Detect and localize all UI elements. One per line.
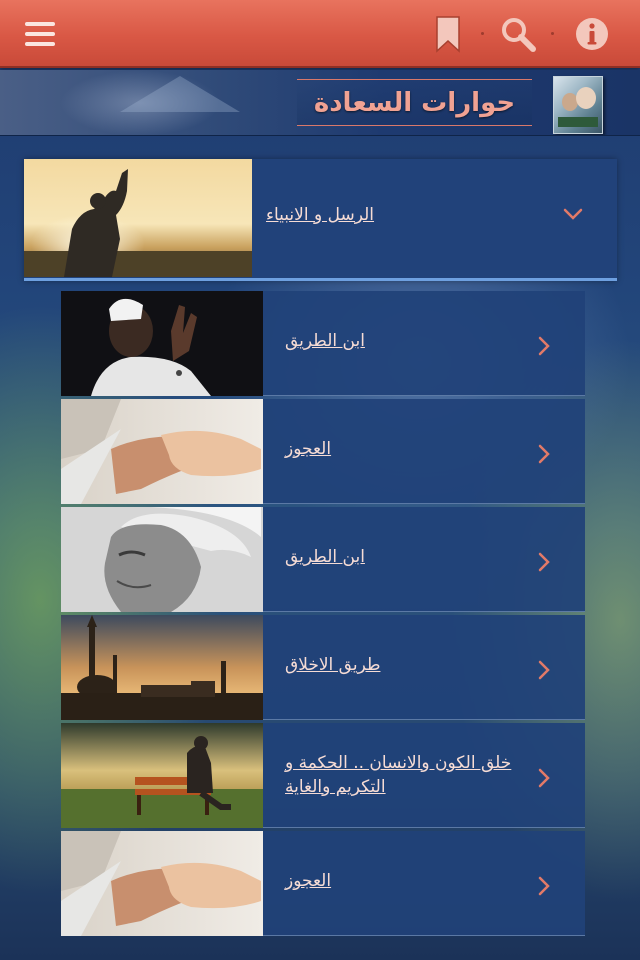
list-item[interactable]: العجوز [61,399,585,504]
section-label: الرسل و الانبياء [266,205,375,225]
chevron-right-icon [537,659,551,681]
banner-roof-shape [120,76,240,112]
chevron-right-icon [537,767,551,789]
list-item-label: ابن الطريق [285,547,365,567]
chevron-right-icon [537,551,551,573]
section-header-prophets[interactable]: الرسل و الانبياء [24,159,617,281]
chevron-right-icon [537,335,551,357]
list-item[interactable]: ابن الطريق [61,507,585,612]
bookmark-button[interactable] [424,10,472,58]
menu-icon [25,22,55,46]
thumbnail-mosque-skyline-photo [61,615,263,720]
toolbar-separator [481,32,484,35]
list-item-label: العجوز [285,871,332,891]
page-title-box: حوارات السعادة [297,79,532,126]
chevron-right-icon [537,443,551,465]
search-button[interactable] [494,10,542,58]
thumbnail-man-praying-photo [61,291,263,396]
thumbnail-holding-hands-photo [61,399,263,504]
thumbnail-holding-hands-photo [61,831,263,936]
list-item[interactable]: طريق الاخلاق [61,615,585,720]
list-item[interactable]: العجوز [61,831,585,936]
list-item[interactable]: ابن الطريق [61,291,585,396]
section-thumbnail-sunset-photo [24,159,252,277]
toolbar-separator [551,32,554,35]
search-icon [502,18,536,52]
list-item-label: خلق الكون والانسان .. الحكمة و التكريم و… [285,753,512,797]
top-toolbar [0,0,640,68]
book-cover-image [553,76,603,134]
info-button[interactable] [568,10,616,58]
header-banner: حوارات السعادة [0,70,640,136]
list-item[interactable]: خلق الكون والانسان .. الحكمة و التكريم و… [61,723,585,828]
list-item-label: العجوز [285,439,332,459]
chevron-down-icon [562,207,584,221]
menu-button[interactable] [16,10,64,58]
info-icon [576,18,608,50]
thumbnail-old-man-portrait-photo [61,507,263,612]
page-title: حوارات السعادة [313,87,516,118]
list-item-label: ابن الطريق [285,331,365,351]
thumbnail-bench-sunset-photo [61,723,263,828]
chevron-right-icon [537,875,551,897]
list-item-label: طريق الاخلاق [285,655,381,675]
bookmark-icon [436,16,460,53]
topic-list: ابن الطريق العجوز ابن الطريق طريق الاخلا… [61,291,585,939]
